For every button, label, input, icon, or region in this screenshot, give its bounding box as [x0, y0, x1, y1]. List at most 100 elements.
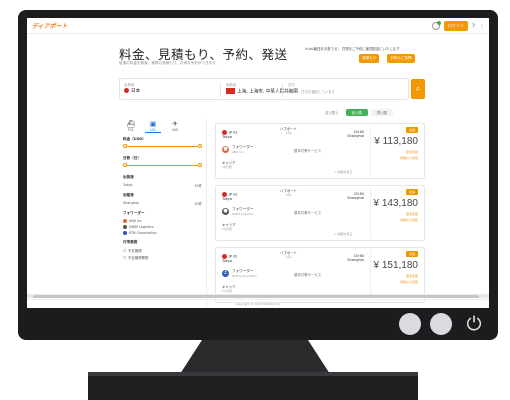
compare-link[interactable]: 見積もり比較 — [400, 280, 418, 284]
forwarder-info: ● フォワーダー ANJI Inc. — [222, 145, 254, 154]
question-icon[interactable]: ? — [472, 23, 475, 30]
option-label: KTN Corporation — [129, 231, 157, 235]
result-card[interactable]: ハブポート JP 02 Tokyo LCL CN 60 Shanghai ● フォワー… — [215, 185, 425, 241]
delivery-link[interactable]: 配達手配 — [406, 274, 418, 278]
shipment-type: LCL — [286, 131, 292, 135]
transit-days: 10日間 — [222, 289, 232, 293]
transit-days: 10日間 — [222, 227, 232, 231]
filter-days: 日数（日） — [119, 154, 206, 173]
price: ¥ 151,180 — [373, 260, 419, 271]
forwarder-name: ANJI Inc. — [232, 150, 245, 154]
tab-air[interactable]: ✈ AIR — [167, 120, 183, 133]
scrollbar-thumb[interactable] — [33, 294, 479, 298]
dest-label: 到着地 — [226, 83, 237, 87]
dest-city: Shanghai — [347, 258, 364, 262]
quote-button[interactable]: 見積もり — [359, 54, 380, 63]
tab-label: FCL — [127, 128, 135, 132]
origin-city: Tokyo — [222, 135, 233, 139]
inquiry-button[interactable]: 予約のご質問 — [387, 54, 415, 63]
service-label: 基本付帯サービス — [294, 211, 322, 215]
forwarder-label: フォワーダー — [232, 207, 254, 211]
filter-forwarder: フォワーダー ANJI Inc UNIM Logistics KTN Corpo… — [119, 209, 206, 238]
monitor-button[interactable] — [430, 313, 452, 335]
slider-handle-min[interactable] — [123, 144, 127, 148]
transit-days: 10日間 — [222, 165, 232, 169]
service-option[interactable]: ☐ 不定期便 — [123, 247, 202, 254]
compare-link[interactable]: 見積もり比較 — [400, 156, 418, 160]
port-option[interactable]: Tokyo 30件 — [123, 182, 202, 189]
power-icon[interactable]: ⏻ — [462, 312, 486, 336]
horizontal-scrollbar[interactable] — [27, 294, 489, 298]
dest-info: CN 60 Shanghai — [340, 192, 364, 200]
filter-title: 到着港 — [123, 193, 134, 197]
price: ¥ 113,180 — [374, 136, 418, 147]
slider-handle-min[interactable] — [123, 163, 127, 167]
sort-option-cheapest[interactable]: 安い順 — [345, 109, 368, 116]
search-icon: ⌕ — [415, 84, 421, 93]
origin-info: JP 02 Tokyo — [222, 192, 237, 201]
slider-track — [123, 145, 198, 147]
divider — [370, 250, 371, 300]
search-button[interactable]: ⌕ — [411, 79, 425, 99]
top-nav-actions: ログイン ? ⋮ — [431, 21, 485, 31]
filter-extra-services: 付帯業務 ☐ 不定期便 ☐ 不定期便業務 — [119, 238, 206, 263]
menu-icon[interactable]: ⋮ — [479, 23, 485, 30]
port-option[interactable]: Shanghai 30件 — [123, 200, 202, 207]
carrier-info: キャリア 10日間 — [222, 222, 236, 231]
result-card[interactable]: ハブポート JP 02 Tokyo LCL CN 60 Shanghai ● フォワー… — [215, 123, 425, 179]
origin-code: JP 02 — [229, 130, 238, 135]
port-name: Shanghai — [123, 201, 139, 205]
price-slider[interactable] — [123, 144, 202, 148]
forwarder-label: フォワーダー — [232, 145, 254, 149]
forwarder-info: ⚓ フォワーダー KTN Corporation — [222, 269, 257, 278]
top-nav: ディアポート ログイン ? ⋮ — [27, 18, 489, 34]
slider-handle-max[interactable] — [198, 144, 202, 148]
details-link[interactable]: > 詳細を見る — [334, 170, 352, 174]
divider — [282, 83, 283, 97]
filter-title: 付帯業務 — [123, 240, 138, 244]
days-slider[interactable] — [123, 163, 202, 167]
sort-row: 並び替え 安い順 早い順 — [325, 109, 393, 116]
origin-field[interactable]: 日本 — [124, 88, 140, 94]
divider — [220, 83, 221, 97]
origin-info: JP 02 Tokyo — [222, 130, 237, 139]
bell-icon[interactable] — [431, 21, 441, 30]
anchor-icon: ⚓ — [222, 270, 229, 277]
forwarder-option[interactable]: KTN Corporation — [123, 230, 202, 236]
port-count: 30件 — [194, 184, 202, 188]
origin-city: Tokyo — [222, 197, 233, 201]
option-label: 不定期便 — [128, 249, 142, 253]
delivery-link[interactable]: 配達手配 — [406, 150, 418, 154]
details-link[interactable]: > 詳細を見る — [334, 232, 352, 236]
carrier-info: キャリア 10日間 — [222, 284, 236, 293]
filter-sidebar: ⛴ FCL ▣ LCL ✈ AIR 料金（USD） 日数（日） 出発港 Toky… — [119, 118, 207, 308]
service-option[interactable]: ☐ 不定期便業務 — [123, 254, 202, 261]
compare-link[interactable]: 見積もり比較 — [400, 218, 418, 222]
origin-label: 出発地 — [124, 83, 135, 87]
slider-handle-max[interactable] — [198, 163, 202, 167]
brand-logo[interactable]: ディアポート — [32, 21, 68, 30]
monitor-button[interactable] — [399, 313, 421, 335]
sort-option-fastest[interactable]: 早い順 — [370, 109, 393, 116]
login-button[interactable]: ログイン — [443, 21, 468, 31]
monitor-controls: ⏻ — [18, 308, 498, 340]
checkbox-icon: ☐ — [123, 248, 127, 253]
date-field[interactable]: 10/23 - 日付を選択しています — [288, 89, 335, 94]
dest-city: Shanghai — [347, 196, 364, 200]
delivery-link[interactable]: 配達手配 — [406, 212, 418, 216]
filter-title: 料金（USD） — [123, 137, 146, 141]
shipment-type: LCL — [286, 255, 292, 259]
plane-icon: ✈ — [172, 120, 178, 128]
japan-flag-icon — [124, 88, 129, 93]
service-label: 基本付帯サービス — [294, 273, 322, 277]
tab-fcl[interactable]: ⛴ FCL — [123, 120, 139, 133]
footer-copyright: Copyright © 2024 HubPort Inc. — [27, 299, 489, 308]
hero-note: HubL輸送を手数でる！ 貨物をご予約に最適配送にいたします — [305, 47, 400, 51]
dest-info: CN 60 Shanghai — [340, 130, 364, 138]
deal-badge: お得 — [405, 127, 418, 133]
dest-info: CN 60 Shanghai — [340, 254, 364, 262]
divider — [370, 126, 371, 176]
forwarder-name: KTN Corporation — [232, 274, 257, 278]
origin-code: JP 02 — [229, 192, 238, 197]
tab-lcl[interactable]: ▣ LCL — [145, 120, 161, 133]
